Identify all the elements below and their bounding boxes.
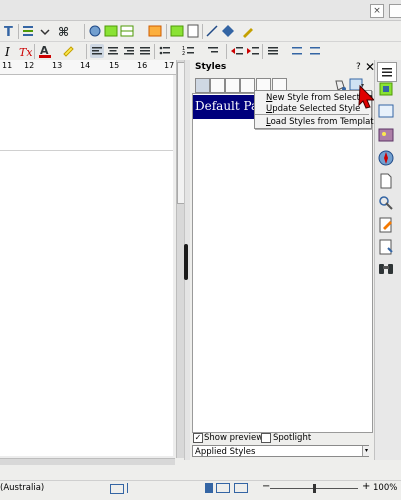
window-close-button[interactable]: × [370, 4, 384, 18]
indent-decrease-icon[interactable] [230, 44, 244, 58]
svg-text:Tx: Tx [19, 46, 32, 58]
show-previews-label: Show previews [204, 433, 268, 443]
menu-icon[interactable] [377, 62, 397, 82]
frame-icon[interactable] [186, 24, 200, 38]
image-icon[interactable] [148, 24, 162, 38]
splitter-grip[interactable] [184, 244, 188, 280]
draw-functions-icon[interactable] [241, 24, 255, 38]
ruler-tick: 12 [24, 61, 35, 70]
chart-icon[interactable] [170, 24, 184, 38]
ruler-tick: 11 [2, 61, 13, 70]
horizontal-scrollbar[interactable] [0, 458, 175, 465]
ruler-tick: 17 [164, 61, 175, 70]
chevron-down-icon[interactable]: ▾ [362, 446, 370, 456]
zoom-out-icon[interactable]: − [262, 481, 270, 492]
table-icon[interactable] [120, 24, 134, 38]
page-icon[interactable] [377, 172, 395, 190]
italic-icon[interactable]: I [2, 44, 16, 58]
close-icon: × [373, 6, 381, 16]
paragraph-styles-icon[interactable] [195, 78, 210, 93]
ruler-tick: 14 [80, 61, 91, 70]
design-icon[interactable] [377, 238, 395, 256]
line-spacing-icon[interactable] [266, 44, 280, 58]
spell-icon[interactable] [88, 24, 102, 38]
language-status[interactable]: (Australia) [0, 483, 44, 493]
chevron-down-icon[interactable] [38, 24, 52, 38]
para-spacing-decrease-icon[interactable] [308, 44, 322, 58]
title-strip [0, 0, 401, 21]
style-list-item-selected[interactable]: Default Paragraph Style [193, 95, 257, 119]
bullets-icon[interactable] [158, 44, 172, 58]
link-icon[interactable]: ⌘ [58, 24, 72, 38]
draw-line-icon[interactable] [205, 24, 219, 38]
clear-format-icon[interactable]: Tx [18, 44, 32, 58]
menu-separator [255, 114, 369, 115]
indent-increase-icon[interactable] [246, 44, 260, 58]
numbering-icon[interactable]: 12 [182, 44, 196, 58]
page-styles-icon[interactable] [240, 78, 255, 93]
align-center-icon[interactable] [106, 44, 120, 58]
spotlight-label: Spotlight [273, 433, 312, 443]
style-brush-icon[interactable] [377, 194, 395, 212]
outline-icon[interactable] [206, 44, 220, 58]
zoom-slider-thumb[interactable] [313, 484, 316, 493]
menu-item-load-styles[interactable]: Load Styles from Template [266, 117, 379, 127]
multi-page-view-icon[interactable] [216, 483, 230, 493]
shapes-icon[interactable] [221, 24, 235, 38]
horizontal-ruler[interactable]: 11 12 13 14 15 16 17 [0, 60, 180, 75]
style-filter-select[interactable]: Applied Styles [192, 445, 369, 457]
list-icon[interactable] [22, 24, 36, 38]
character-styles-icon[interactable] [210, 78, 225, 93]
menu-item-update-style[interactable]: Update Selected Style [266, 104, 360, 114]
standard-toolbar: T ⌘ [0, 22, 401, 42]
properties-icon[interactable] [377, 80, 395, 98]
cursor-mode-icon[interactable] [127, 483, 128, 493]
svg-text:T: T [4, 25, 13, 38]
justify-icon[interactable] [138, 44, 152, 58]
svg-text:⌘: ⌘ [58, 25, 69, 38]
align-left-icon[interactable] [90, 44, 104, 58]
panel-menu-button[interactable]: ? [356, 62, 361, 72]
style-list[interactable] [192, 93, 373, 433]
ruler-tick: 16 [137, 61, 148, 70]
align-right-icon[interactable] [122, 44, 136, 58]
svg-text:I: I [4, 45, 10, 58]
selection-mode-icon[interactable] [110, 484, 124, 494]
manage-changes-icon[interactable] [377, 216, 395, 234]
find-icon[interactable] [377, 260, 395, 278]
font-color-icon[interactable]: A [38, 44, 52, 58]
style-icon[interactable] [104, 24, 118, 38]
highlight-icon[interactable] [62, 44, 76, 58]
single-page-view-icon[interactable] [205, 483, 213, 493]
formatting-toolbar: I Tx A 12 [0, 42, 401, 62]
zoom-in-icon[interactable]: + [362, 481, 370, 492]
ruler-tick: 13 [52, 61, 63, 70]
para-spacing-icon[interactable] [290, 44, 304, 58]
book-view-icon[interactable] [234, 483, 248, 493]
svg-text:2: 2 [182, 51, 185, 57]
document-page[interactable] [0, 75, 173, 150]
panel-title: Styles [195, 62, 227, 72]
show-previews-checkbox[interactable]: ✓ [193, 433, 203, 443]
zoom-level[interactable]: 100% [373, 483, 397, 493]
text-icon[interactable]: T [2, 24, 16, 38]
document-page[interactable] [0, 150, 173, 456]
ruler-tick: 15 [109, 61, 120, 70]
styles-icon[interactable] [377, 102, 395, 120]
navigator-icon[interactable] [377, 149, 395, 167]
style-actions-menu: New Style from Selection Update Selected… [254, 90, 379, 129]
gallery-icon[interactable] [377, 126, 395, 144]
window-edge-button[interactable] [389, 4, 401, 18]
frame-styles-icon[interactable] [225, 78, 240, 93]
spotlight-checkbox[interactable] [261, 433, 271, 443]
